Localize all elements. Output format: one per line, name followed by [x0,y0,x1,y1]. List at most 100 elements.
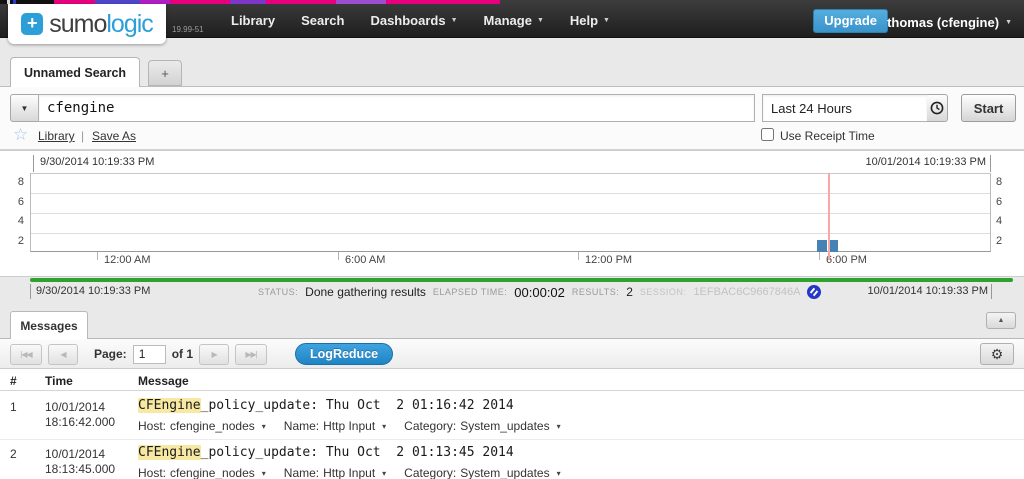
status-right-tick [991,284,992,299]
previous-page-icon: ◀ [60,349,66,359]
first-page-icon: |◀◀ [20,349,32,359]
sumologic-logo[interactable]: + sumologic [8,4,166,44]
gridline [31,213,990,214]
messages-panel: |◀◀ ◀ Page: of 1 ▶ ▶▶| LogReduce ⚙ # Tim… [0,338,1024,479]
use-receipt-time-checkbox[interactable] [761,128,774,141]
y-tick-left: 8 [17,176,24,188]
row-number: 2 [10,447,17,461]
nav-search[interactable]: Search [301,13,344,28]
main-nav: Library Search Dashboards ▼ Manage ▼ Help ▼ [231,0,610,38]
session-label: SESSION: [639,287,687,297]
logo-text-logic: logic [106,9,153,38]
status-label: STATUS: [258,287,299,297]
category-field[interactable]: Category: System_updates ▾ [404,466,560,479]
settings-button[interactable]: ⚙ [980,343,1014,365]
row-time: 10/01/2014 18:13:45.000 [45,447,116,476]
chart-start-time-label: 9/30/2014 10:19:33 PM [40,156,155,168]
user-account-menu[interactable]: thomas (cfengine) ▼ [887,13,1012,30]
histogram-plot-area[interactable] [30,173,991,252]
name-field[interactable]: Name: Http Input ▾ [284,419,386,433]
x-tick-label: 6:00 PM [826,254,867,266]
nav-dashboards[interactable]: Dashboards ▼ [370,13,457,28]
column-header-num: # [10,374,17,388]
logo-text-sumo: sumo [49,9,107,38]
y-tick-right: 6 [996,196,1003,208]
pagination-controls: |◀◀ ◀ Page: of 1 ▶ ▶▶| LogReduce [10,343,394,365]
results-histogram: 9/30/2014 10:19:33 PM 10/01/2014 10:19:3… [0,150,1024,277]
host-field[interactable]: Host: cfengine_nodes ▾ [138,419,266,433]
logo-plus-icon: + [21,13,44,35]
pause-session-icon[interactable] [804,282,825,302]
upgrade-button[interactable]: Upgrade [813,9,888,33]
gridline [31,233,990,234]
messages-toolbar: |◀◀ ◀ Page: of 1 ▶ ▶▶| LogReduce ⚙ [0,339,1024,369]
first-page-button[interactable]: |◀◀ [10,343,42,365]
time-range-input[interactable] [762,94,928,122]
next-page-button[interactable]: ▶ [199,343,230,365]
caret-down-icon: ▼ [603,17,610,24]
table-row[interactable]: 2 10/01/2014 18:13:45.000 CFEngine_policy… [0,439,1024,479]
messages-table-header: # Time Message [0,371,1024,391]
time-cursor-line [828,173,830,260]
caret-down-icon: ▾ [382,468,387,478]
category-field[interactable]: Category: System_updates ▾ [404,419,560,433]
page-number-input[interactable] [132,344,166,364]
start-search-button[interactable]: Start [961,94,1016,122]
status-start-time: 9/30/2014 10:19:33 PM [36,285,151,297]
search-panel: ▼ Start ☆ Library | Save As Use Receipt … [0,86,1024,150]
last-page-button[interactable]: ▶▶| [235,343,268,365]
elapsed-time-label: ELAPSED TIME: [432,287,508,297]
gear-icon: ⚙ [990,345,1004,362]
name-field[interactable]: Name: Http Input ▾ [284,466,386,479]
tab-unnamed-search[interactable]: Unnamed Search [10,57,140,87]
search-query-input[interactable] [38,94,755,122]
logreduce-button[interactable]: LogReduce [295,343,394,365]
collapse-up-icon: ▲ [997,317,1005,324]
session-id: 1EFBAC6C9667846A [693,286,801,298]
favorite-star-icon[interactable]: ☆ [13,125,28,145]
caret-down-icon: ▾ [382,421,387,431]
sumologic-search-page: Library Search Dashboards ▼ Manage ▼ Help ▼… [0,0,1024,479]
user-name: thomas (cfengine) [887,15,1000,30]
query-history-dropdown-button[interactable]: ▼ [10,94,39,122]
tab-messages[interactable]: Messages [10,311,88,339]
y-tick-right: 8 [996,176,1003,188]
y-tick-right: 4 [996,215,1003,227]
status-bar: STATUS: Done gathering results ELAPSED T… [258,282,825,302]
caret-down-icon: ▼ [536,17,544,24]
caret-down-icon: ▼ [20,103,29,113]
x-tick-mark [819,252,820,260]
table-row[interactable]: 1 10/01/2014 18:16:42.000 CFEngine_policy… [0,393,1024,439]
elapsed-time-value: 00:00:02 [514,284,565,300]
nav-help[interactable]: Help ▼ [570,13,610,28]
library-link[interactable]: Library [38,129,75,143]
collapse-panel-button[interactable]: ▲ [986,312,1016,329]
results-label: RESULTS: [571,287,620,297]
caret-down-icon: ▼ [1005,19,1012,26]
x-tick-mark [338,252,339,260]
nav-library[interactable]: Library [231,13,275,28]
host-field[interactable]: Host: cfengine_nodes ▾ [138,466,266,479]
histogram-bar[interactable] [817,240,827,252]
x-tick-label: 12:00 PM [585,254,633,266]
status-end-time: 10/01/2014 10:19:33 PM [867,285,988,297]
caret-down-icon: ▾ [556,468,561,478]
log-message: CFEngine_policy_update: Thu Oct 2 01:13:… [138,445,514,460]
caret-down-icon: ▾ [261,468,266,478]
nav-manage[interactable]: Manage ▼ [484,13,544,28]
y-tick-left: 4 [17,215,24,227]
message-metadata: Host: cfengine_nodes ▾ Name: Http Input ▾ Ca… [138,419,561,433]
add-tab-button[interactable]: + [148,60,182,86]
next-page-icon: ▶ [211,349,217,359]
clock-icon [930,101,944,115]
column-header-time: Time [45,374,73,388]
page-of-label: of 1 [171,347,194,361]
save-as-link[interactable]: Save As [92,129,136,143]
page-label: Page: [94,347,127,361]
chart-left-edge-tick [33,155,34,172]
use-receipt-time-label: Use Receipt Time [780,129,875,143]
time-picker-button[interactable] [927,94,948,122]
previous-page-button[interactable]: ◀ [48,343,78,365]
chart-right-edge-tick [990,155,991,172]
version-label: 19.99-51 [172,25,204,34]
